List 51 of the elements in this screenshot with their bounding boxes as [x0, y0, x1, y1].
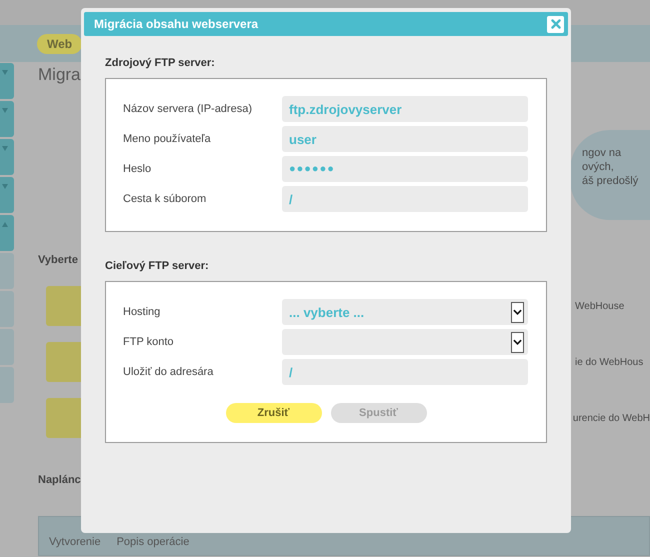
section-label: Vyberte	[38, 254, 78, 266]
info-text: áš predošlý	[582, 174, 640, 188]
input-field[interactable]: /	[282, 359, 528, 385]
sidebar-tab[interactable]	[0, 253, 14, 289]
option-text: WebHouse	[575, 300, 624, 312]
field-label: Meno používateľa	[123, 133, 212, 145]
input-field[interactable]: ●●●●●●	[282, 156, 528, 182]
option-tile[interactable]	[46, 398, 84, 438]
nav-tab[interactable]: Web	[37, 34, 82, 54]
dialog-title: Migrácia obsahu webservera	[94, 17, 258, 31]
sidebar-tab[interactable]	[0, 63, 14, 99]
section-title: Cieľový FTP server:	[105, 260, 210, 274]
field-label: FTP konto	[123, 336, 175, 348]
select-field[interactable]	[282, 329, 528, 355]
info-text: ových,	[582, 160, 615, 174]
option-text: urencie do WebH	[572, 412, 650, 424]
caret-down-icon	[2, 146, 8, 151]
section-title: Zdrojový FTP server:	[105, 57, 216, 71]
field-label: Cesta k súborom	[123, 193, 208, 205]
section-label: Naplánc	[38, 474, 81, 486]
close-icon	[550, 19, 560, 29]
caret-down-icon	[2, 70, 8, 75]
select-field[interactable]: ... vyberte ...	[282, 299, 528, 325]
dropdown-button[interactable]	[511, 302, 524, 322]
input-field[interactable]: user	[282, 126, 528, 152]
caret-down-icon	[2, 108, 8, 113]
field-label: Heslo	[123, 163, 152, 175]
caret-down-icon	[2, 184, 8, 189]
dropdown-button[interactable]	[511, 332, 524, 352]
option-text: ie do WebHous	[575, 356, 644, 368]
chevron-down-icon	[513, 339, 522, 345]
sidebar-tab[interactable]	[0, 215, 14, 251]
field-label: Uložiť do adresára	[123, 366, 214, 378]
sidebar-tab[interactable]	[0, 177, 14, 213]
caret-up-icon	[2, 222, 8, 227]
page-heading: Migra	[38, 64, 82, 86]
input-field[interactable]: /	[282, 186, 528, 212]
column-header: Vytvorenie	[49, 536, 101, 550]
close-button[interactable]	[547, 16, 564, 32]
sidebar-tab[interactable]	[0, 329, 14, 365]
column-header: Popis operácie	[116, 536, 190, 550]
input-field[interactable]: ftp.zdrojovyserver	[282, 96, 528, 122]
sidebar-tab[interactable]	[0, 367, 14, 403]
chevron-down-icon	[513, 309, 522, 315]
cancel-button[interactable]: Zrušiť	[226, 403, 322, 423]
sidebar-tab[interactable]	[0, 291, 14, 327]
field-label: Názov servera (IP-adresa)	[123, 103, 253, 115]
sidebar-tab[interactable]	[0, 101, 14, 137]
info-text: ngov na	[582, 146, 622, 160]
field-label: Hosting	[123, 306, 162, 318]
sidebar-tab[interactable]	[0, 139, 14, 175]
